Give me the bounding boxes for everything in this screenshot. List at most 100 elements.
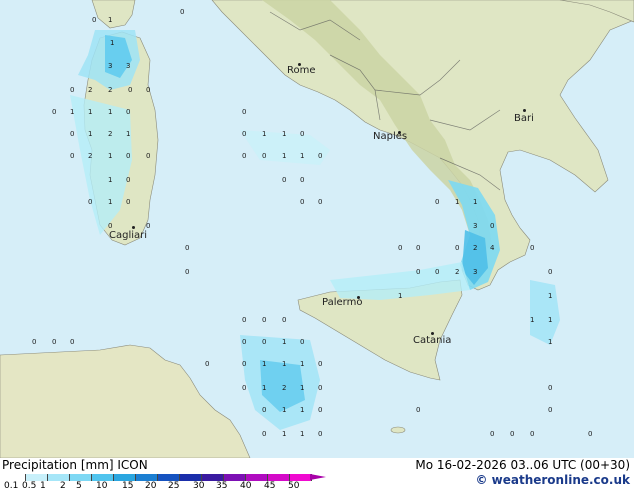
svg-text:0: 0 bbox=[32, 338, 36, 346]
legend-label: 0.5 bbox=[22, 481, 37, 490]
svg-text:0: 0 bbox=[242, 384, 246, 392]
legend-swatch bbox=[4, 474, 26, 481]
svg-text:0: 0 bbox=[282, 316, 286, 324]
legend-label: 15 bbox=[122, 481, 134, 490]
legend-label: 50 bbox=[288, 481, 300, 490]
svg-text:0: 0 bbox=[242, 130, 246, 138]
svg-text:0: 0 bbox=[185, 268, 189, 276]
svg-text:1: 1 bbox=[110, 39, 114, 47]
svg-text:0: 0 bbox=[126, 176, 130, 184]
svg-text:0: 0 bbox=[300, 130, 304, 138]
cagliari-marker bbox=[132, 226, 135, 229]
svg-text:1: 1 bbox=[70, 108, 74, 116]
map-title: Precipitation [mm] ICON bbox=[2, 458, 148, 472]
svg-text:0: 0 bbox=[318, 198, 322, 206]
svg-text:2: 2 bbox=[88, 86, 92, 94]
legend-swatch bbox=[26, 474, 48, 481]
legend-label: 45 bbox=[264, 481, 276, 490]
svg-text:0: 0 bbox=[88, 198, 92, 206]
legend-label: 25 bbox=[168, 481, 180, 490]
svg-text:2: 2 bbox=[282, 384, 286, 392]
legend-swatch bbox=[114, 474, 136, 481]
svg-text:1: 1 bbox=[126, 130, 130, 138]
svg-text:0: 0 bbox=[262, 430, 266, 438]
legend-swatch bbox=[202, 474, 224, 481]
svg-text:0: 0 bbox=[126, 198, 130, 206]
svg-text:1: 1 bbox=[455, 198, 459, 206]
svg-text:0: 0 bbox=[510, 430, 514, 438]
map-footer: Precipitation [mm] ICON Mo 16-02-2026 03… bbox=[0, 458, 634, 490]
svg-text:0: 0 bbox=[128, 86, 132, 94]
legend-swatch bbox=[180, 474, 202, 481]
svg-text:0: 0 bbox=[185, 244, 189, 252]
svg-text:0: 0 bbox=[300, 338, 304, 346]
weather-map-screen: 010 133 02200 011100 01210110 0210000110… bbox=[0, 0, 634, 490]
credit-link[interactable]: © weatheronline.co.uk bbox=[475, 473, 630, 487]
svg-text:2: 2 bbox=[108, 130, 112, 138]
svg-text:1: 1 bbox=[282, 152, 286, 160]
svg-text:0: 0 bbox=[398, 244, 402, 252]
svg-text:1: 1 bbox=[88, 108, 92, 116]
svg-text:0: 0 bbox=[70, 86, 74, 94]
svg-text:1: 1 bbox=[300, 360, 304, 368]
svg-text:1: 1 bbox=[398, 292, 402, 300]
legend-swatch bbox=[158, 474, 180, 481]
svg-text:0: 0 bbox=[548, 406, 552, 414]
svg-text:0: 0 bbox=[146, 152, 150, 160]
legend-swatch bbox=[224, 474, 246, 481]
svg-text:0: 0 bbox=[205, 360, 209, 368]
svg-text:0: 0 bbox=[242, 108, 246, 116]
svg-text:0: 0 bbox=[282, 176, 286, 184]
legend-swatch bbox=[136, 474, 158, 481]
forecast-datetime: Mo 16-02-2026 03..06 UTC (00+30) bbox=[415, 458, 630, 472]
svg-text:1: 1 bbox=[548, 316, 552, 324]
bari-marker bbox=[523, 109, 526, 112]
svg-text:1: 1 bbox=[300, 384, 304, 392]
svg-text:0: 0 bbox=[300, 176, 304, 184]
legend-label: 35 bbox=[216, 481, 228, 490]
legend-swatch bbox=[268, 474, 290, 481]
svg-text:1: 1 bbox=[300, 430, 304, 438]
legend-swatch bbox=[70, 474, 92, 481]
svg-text:0: 0 bbox=[318, 406, 322, 414]
legend-swatch bbox=[48, 474, 70, 481]
city-label-cagliari: Cagliari bbox=[109, 230, 148, 241]
city-label-catania: Catania bbox=[413, 335, 452, 346]
svg-text:0: 0 bbox=[180, 8, 184, 16]
svg-text:0: 0 bbox=[300, 198, 304, 206]
svg-text:1: 1 bbox=[282, 406, 286, 414]
svg-text:0: 0 bbox=[126, 108, 130, 116]
svg-text:0: 0 bbox=[70, 130, 74, 138]
svg-text:3: 3 bbox=[126, 62, 130, 70]
svg-text:0: 0 bbox=[70, 152, 74, 160]
svg-text:0: 0 bbox=[242, 338, 246, 346]
legend-swatch bbox=[290, 474, 312, 481]
legend-label: 40 bbox=[240, 481, 252, 490]
svg-text:0: 0 bbox=[126, 152, 130, 160]
svg-text:1: 1 bbox=[262, 130, 266, 138]
svg-text:0: 0 bbox=[435, 198, 439, 206]
svg-text:0: 0 bbox=[262, 152, 266, 160]
svg-text:0: 0 bbox=[262, 338, 266, 346]
legend-label: 20 bbox=[145, 481, 157, 490]
svg-text:0: 0 bbox=[70, 338, 74, 346]
svg-text:1: 1 bbox=[108, 108, 112, 116]
svg-text:0: 0 bbox=[588, 430, 592, 438]
svg-text:2: 2 bbox=[455, 268, 459, 276]
svg-text:0: 0 bbox=[242, 316, 246, 324]
legend-label: 5 bbox=[76, 481, 82, 490]
svg-text:0: 0 bbox=[108, 222, 112, 230]
svg-text:0: 0 bbox=[548, 268, 552, 276]
svg-text:1: 1 bbox=[88, 130, 92, 138]
svg-text:0: 0 bbox=[490, 222, 494, 230]
svg-text:3: 3 bbox=[108, 62, 112, 70]
svg-text:1: 1 bbox=[300, 152, 304, 160]
svg-text:1: 1 bbox=[548, 338, 552, 346]
legend-color-scale bbox=[4, 474, 312, 481]
legend-overflow-arrow bbox=[310, 474, 326, 480]
svg-text:3: 3 bbox=[473, 268, 477, 276]
svg-text:1: 1 bbox=[530, 316, 534, 324]
svg-text:1: 1 bbox=[262, 360, 266, 368]
svg-text:0: 0 bbox=[318, 360, 322, 368]
svg-text:0: 0 bbox=[318, 152, 322, 160]
